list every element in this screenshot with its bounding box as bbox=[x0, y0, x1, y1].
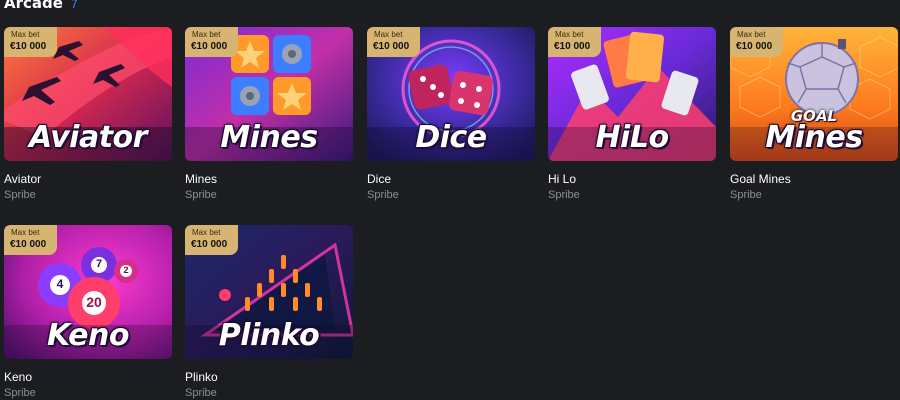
game-card-goal-mines[interactable]: Max bet €10 000 GOAL Mines Goal Mines Sp… bbox=[730, 27, 898, 202]
max-bet-label: Max bet bbox=[192, 228, 221, 237]
max-bet-label: Max bet bbox=[555, 30, 584, 39]
game-thumbnail[interactable]: Max bet €10 000 Plinko bbox=[185, 225, 353, 359]
max-bet-label: Max bet bbox=[11, 228, 40, 237]
game-thumbnail[interactable]: 4 7 2 20 Max bet €10 000 Keno bbox=[4, 225, 172, 359]
game-title-art: Mines bbox=[220, 120, 318, 155]
game-card-mines[interactable]: Max bet €10 000 Mines Mines Spribe bbox=[185, 27, 353, 202]
max-bet-badge: Max bet €10 000 bbox=[185, 27, 238, 57]
game-title-art: Plinko bbox=[218, 318, 320, 353]
game-provider: Spribe bbox=[4, 189, 36, 201]
game-provider: Spribe bbox=[730, 189, 762, 201]
game-card-hilo[interactable]: Max bet €10 000 HiLo Hi Lo Spribe bbox=[548, 27, 716, 202]
game-name[interactable]: Hi Lo bbox=[548, 172, 716, 186]
max-bet-badge: Max bet €10 000 bbox=[367, 27, 420, 57]
max-bet-label: Max bet bbox=[11, 30, 40, 39]
game-title-art: Keno bbox=[47, 318, 129, 353]
game-thumbnail[interactable]: Max bet €10 000 GOAL Mines bbox=[730, 27, 898, 161]
game-provider: Spribe bbox=[185, 189, 217, 201]
keno-ball-7: 7 bbox=[95, 258, 103, 270]
game-card-dice[interactable]: Max bet €10 000 Dice Dice Spribe bbox=[367, 27, 535, 202]
max-bet-badge: Max bet €10 000 bbox=[730, 27, 783, 57]
game-title-art: Aviator bbox=[29, 120, 147, 155]
game-card-keno[interactable]: 4 7 2 20 Max bet €10 000 Keno Keno Sprib… bbox=[4, 225, 172, 400]
game-thumbnail[interactable]: Max bet €10 000 Aviator bbox=[4, 27, 172, 161]
keno-ball-4: 4 bbox=[56, 277, 64, 291]
game-title-art: HiLo bbox=[595, 120, 669, 155]
max-bet-label: Max bet bbox=[192, 30, 221, 39]
max-bet-value: €10 000 bbox=[10, 239, 47, 250]
section-header: Arcade 7 bbox=[4, 0, 78, 16]
keno-ball-2: 2 bbox=[123, 265, 129, 275]
section-count[interactable]: 7 bbox=[71, 0, 78, 11]
game-name[interactable]: Keno bbox=[4, 370, 172, 384]
game-name[interactable]: Plinko bbox=[185, 370, 353, 384]
game-thumbnail[interactable]: Max bet €10 000 Dice bbox=[367, 27, 535, 161]
max-bet-badge: Max bet €10 000 bbox=[4, 225, 57, 255]
max-bet-value: €10 000 bbox=[373, 41, 410, 52]
game-card-aviator[interactable]: Max bet €10 000 Aviator Aviator Spribe bbox=[4, 27, 172, 202]
game-name[interactable]: Aviator bbox=[4, 172, 172, 186]
max-bet-value: €10 000 bbox=[10, 41, 47, 52]
keno-ball-20: 20 bbox=[86, 294, 102, 310]
max-bet-badge: Max bet €10 000 bbox=[548, 27, 601, 57]
max-bet-badge: Max bet €10 000 bbox=[4, 27, 57, 57]
game-name[interactable]: Goal Mines bbox=[730, 172, 898, 186]
max-bet-value: €10 000 bbox=[554, 41, 591, 52]
game-name[interactable]: Dice bbox=[367, 172, 535, 186]
game-title-art: Dice bbox=[415, 120, 487, 155]
game-title-art: Mines bbox=[765, 120, 863, 155]
game-provider: Spribe bbox=[367, 189, 399, 201]
game-thumbnail[interactable]: Max bet €10 000 HiLo bbox=[548, 27, 716, 161]
max-bet-value: €10 000 bbox=[736, 41, 773, 52]
max-bet-value: €10 000 bbox=[191, 41, 228, 52]
game-provider: Spribe bbox=[4, 387, 36, 399]
max-bet-label: Max bet bbox=[737, 30, 766, 39]
max-bet-value: €10 000 bbox=[191, 239, 228, 250]
max-bet-badge: Max bet €10 000 bbox=[185, 225, 238, 255]
max-bet-label: Max bet bbox=[374, 30, 403, 39]
game-provider: Spribe bbox=[548, 189, 580, 201]
section-title: Arcade bbox=[4, 0, 63, 12]
game-provider: Spribe bbox=[185, 387, 217, 399]
game-name[interactable]: Mines bbox=[185, 172, 353, 186]
game-card-plinko[interactable]: Max bet €10 000 Plinko Plinko Spribe bbox=[185, 225, 353, 400]
game-thumbnail[interactable]: Max bet €10 000 Mines bbox=[185, 27, 353, 161]
